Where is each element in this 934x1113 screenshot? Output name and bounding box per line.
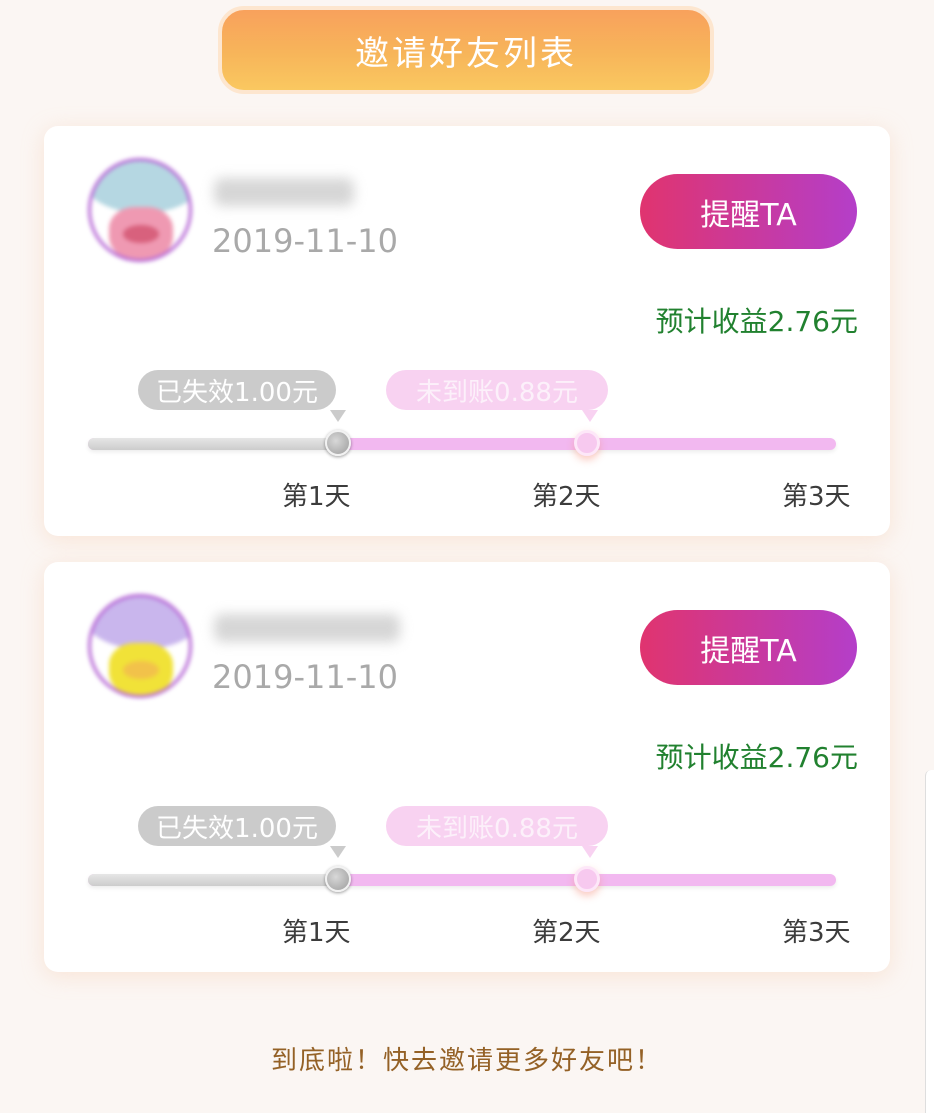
end-of-list-message: 到底啦！快去邀请更多好友吧！ bbox=[270, 1046, 663, 1076]
progress-track bbox=[88, 874, 836, 886]
invite-date: 2019-11-10 bbox=[212, 222, 398, 260]
day-label-2: 第2天 bbox=[532, 482, 601, 512]
remind-button[interactable]: 提醒TA bbox=[640, 174, 857, 249]
expired-amount-tag: 已失效1.00元 bbox=[138, 806, 346, 858]
pending-amount-tag: 未到账0.88元 bbox=[386, 370, 608, 422]
estimated-earnings: 预计收益2.76元 bbox=[655, 741, 858, 774]
invite-date: 2019-11-10 bbox=[212, 658, 398, 696]
friend-avatar bbox=[88, 594, 192, 698]
invite-card: 2019-11-10 提醒TA 预计收益2.76元 已失效1.00元 未到账0.… bbox=[44, 562, 890, 972]
progress-day1-marker bbox=[325, 866, 351, 892]
pending-amount-tag: 未到账0.88元 bbox=[386, 806, 608, 858]
remind-button[interactable]: 提醒TA bbox=[640, 610, 857, 685]
avatar-mouth bbox=[123, 225, 159, 243]
avatar-mouth bbox=[123, 661, 159, 679]
progress-track bbox=[88, 438, 836, 450]
friend-name-blurred bbox=[214, 614, 400, 642]
friend-avatar bbox=[88, 158, 192, 262]
day-label-1: 第1天 bbox=[282, 482, 351, 512]
progress-expired-segment bbox=[88, 438, 338, 450]
progress-day2-marker bbox=[574, 866, 600, 892]
day-label-2: 第2天 bbox=[532, 918, 601, 948]
invite-list-title-button[interactable]: 邀请好友列表 bbox=[218, 6, 714, 94]
day-label-1: 第1天 bbox=[282, 918, 351, 948]
expired-amount-tag: 已失效1.00元 bbox=[138, 370, 346, 422]
day-label-3: 第3天 bbox=[782, 918, 851, 948]
estimated-earnings: 预计收益2.76元 bbox=[655, 305, 858, 338]
avatar-hair bbox=[91, 161, 189, 213]
progress-day2-marker bbox=[574, 430, 600, 456]
avatar-hair bbox=[91, 597, 189, 649]
invite-card: 2019-11-10 提醒TA 预计收益2.76元 已失效1.00元 未到账0.… bbox=[44, 126, 890, 536]
day-label-3: 第3天 bbox=[782, 482, 851, 512]
progress-day1-marker bbox=[325, 430, 351, 456]
progress-expired-segment bbox=[88, 874, 338, 886]
friend-name-blurred bbox=[214, 178, 354, 206]
